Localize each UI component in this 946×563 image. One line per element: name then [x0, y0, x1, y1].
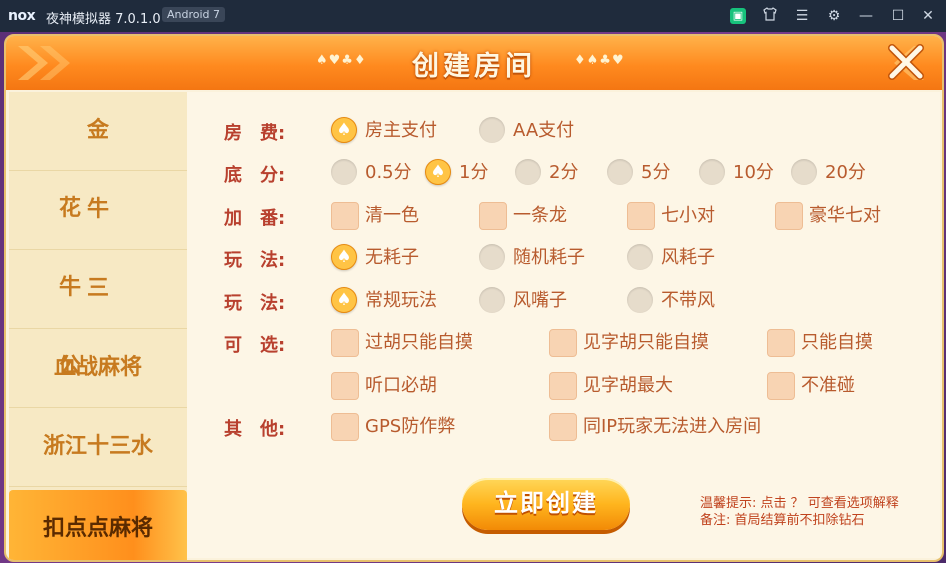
option-label: 风嘴子: [513, 290, 567, 311]
radio-icon[interactable]: [479, 117, 505, 143]
option-label: 过胡只能自摸: [365, 332, 473, 353]
maximize-icon[interactable]: ☐: [888, 6, 908, 26]
sidebar-item-niuniu[interactable]: 牛牛: [9, 171, 187, 300]
option-label: 见字胡最大: [583, 375, 673, 396]
option-label: 无耗子: [365, 247, 419, 268]
option-label: 只能自摸: [801, 332, 873, 353]
option-label: 七小对: [661, 205, 715, 226]
option-label: 一条龙: [513, 205, 567, 226]
checkbox-icon[interactable]: [775, 202, 803, 230]
optional-label: 可 选:: [224, 335, 286, 356]
sidebar-item-jinhua[interactable]: 金花: [9, 92, 187, 221]
play-mode-label-1: 玩 法:: [224, 250, 286, 271]
option-label: 见字胡只能自摸: [583, 332, 709, 353]
fee-label: 房 费:: [224, 123, 286, 144]
close-icon[interactable]: ✕: [918, 6, 938, 26]
option-label: 房主支付: [365, 120, 437, 141]
bonus-label: 加 番:: [224, 208, 286, 229]
checkbox-icon[interactable]: [549, 413, 577, 441]
create-room-dialog: ♠♥♣♦ 创建房间 ♦♠♣♥ 金花 牛牛 三公 血战麻将 浙江十三水 扣点点麻将…: [4, 34, 944, 562]
nox-logo: nox: [8, 8, 36, 24]
play-mode-label-2: 玩 法:: [224, 293, 286, 314]
option-label: 2分: [549, 162, 579, 183]
bag-icon[interactable]: ▣: [730, 8, 746, 24]
option-label: 听口必胡: [365, 375, 437, 396]
dialog-header: ♠♥♣♦ 创建房间 ♦♠♣♥: [6, 36, 942, 90]
app-title: 夜神模拟器 7.0.1.0: [46, 12, 161, 27]
option-label: 不带风: [661, 290, 715, 311]
game-type-sidebar: 金花 牛牛 三公 血战麻将 浙江十三水 扣点点麻将: [9, 92, 187, 560]
sidebar-item-zhejiang-13[interactable]: 浙江十三水: [9, 408, 187, 487]
checkbox-icon[interactable]: [767, 329, 795, 357]
sidebar-item-xuezhan-mahjong[interactable]: 血战麻将: [9, 329, 187, 408]
base-score-label: 底 分:: [224, 165, 286, 186]
checkbox-icon[interactable]: [479, 202, 507, 230]
option-label: GPS防作弊: [365, 416, 456, 437]
option-label: 10分: [733, 162, 774, 183]
option-label: 0.5分: [365, 162, 412, 183]
suits-decoration-right: ♦♠♣♥: [574, 53, 625, 68]
spade-radio-selected-icon[interactable]: [331, 244, 357, 270]
checkbox-icon[interactable]: [767, 372, 795, 400]
option-label: 5分: [641, 162, 671, 183]
option-label: 豪华七对: [809, 205, 881, 226]
dialog-title: 创建房间: [412, 51, 536, 82]
option-label: 随机耗子: [513, 247, 585, 268]
option-label: 不准碰: [801, 375, 855, 396]
minimize-icon[interactable]: —: [856, 6, 876, 26]
dialog-close-button[interactable]: [884, 42, 928, 86]
option-label: AA支付: [513, 120, 575, 141]
checkbox-icon[interactable]: [549, 329, 577, 357]
sidebar-item-koudiandian-mahjong[interactable]: 扣点点麻将: [9, 490, 187, 560]
radio-icon[interactable]: [607, 159, 633, 185]
android-version-badge: Android 7: [162, 7, 226, 22]
radio-icon[interactable]: [791, 159, 817, 185]
radio-icon[interactable]: [627, 287, 653, 313]
spade-radio-selected-icon[interactable]: [331, 287, 357, 313]
checkbox-icon[interactable]: [331, 413, 359, 441]
option-label: 1分: [459, 162, 489, 183]
sidebar-item-sangong[interactable]: 三公: [9, 250, 187, 379]
other-label: 其 他:: [224, 419, 286, 440]
gear-icon[interactable]: ⚙: [824, 6, 844, 26]
option-label: 20分: [825, 162, 866, 183]
spade-radio-selected-icon[interactable]: [425, 159, 451, 185]
radio-icon[interactable]: [331, 159, 357, 185]
spade-radio-selected-icon[interactable]: [331, 117, 357, 143]
menu-icon[interactable]: ☰: [792, 6, 812, 26]
checkbox-icon[interactable]: [627, 202, 655, 230]
checkbox-icon[interactable]: [331, 372, 359, 400]
option-label: 风耗子: [661, 247, 715, 268]
option-label: 常规玩法: [365, 290, 437, 311]
note-text: 备注: 首局结算前不扣除钻石: [700, 513, 865, 528]
shirt-icon[interactable]: [760, 6, 780, 26]
radio-icon[interactable]: [479, 287, 505, 313]
radio-icon[interactable]: [479, 244, 505, 270]
crossed-x-icon: [888, 44, 924, 80]
create-room-button[interactable]: 立即创建: [462, 478, 630, 530]
checkbox-icon[interactable]: [331, 329, 359, 357]
radio-icon[interactable]: [627, 244, 653, 270]
radio-icon[interactable]: [699, 159, 725, 185]
emulator-titlebar: nox 夜神模拟器 7.0.1.0 Android 7 ▣ ☰ ⚙ — ☐ ✕: [0, 0, 946, 32]
option-label: 清一色: [365, 205, 419, 226]
option-label: 同IP玩家无法进入房间: [583, 416, 762, 437]
checkbox-icon[interactable]: [549, 372, 577, 400]
checkbox-icon[interactable]: [331, 202, 359, 230]
radio-icon[interactable]: [515, 159, 541, 185]
